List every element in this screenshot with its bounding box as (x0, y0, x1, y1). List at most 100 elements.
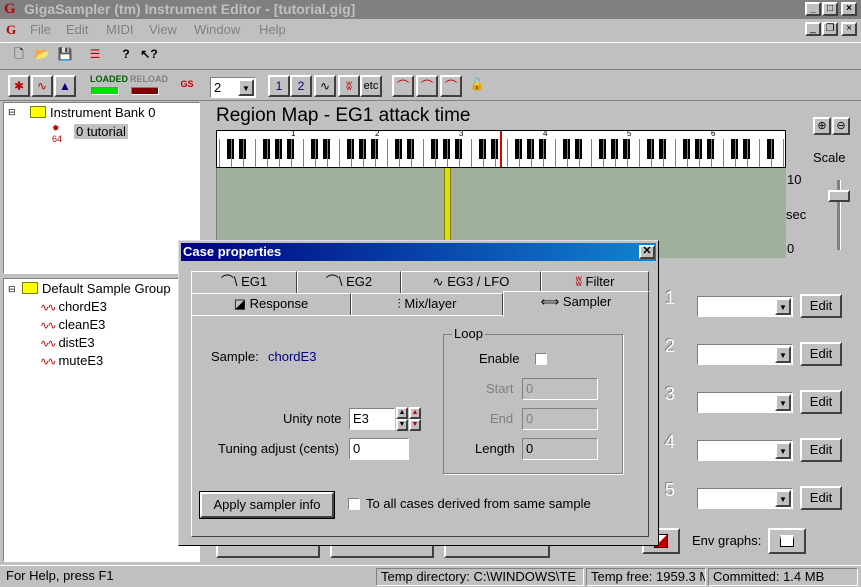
lock-icon[interactable]: 🔓 (466, 75, 488, 97)
menu-help[interactable]: Help (259, 22, 286, 37)
list-icon[interactable]: ☰ (84, 45, 106, 67)
sample-item[interactable]: ∿∿ cleanE3 (40, 317, 105, 332)
about-icon[interactable]: ? (115, 45, 137, 67)
gs-button[interactable]: GS (176, 75, 198, 97)
open-folder-icon[interactable]: 📂 (31, 45, 53, 67)
loop-end-field[interactable]: 0 (522, 408, 598, 430)
loop-enable-label: Enable (479, 351, 520, 366)
case-edit-button[interactable]: Edit (800, 342, 842, 366)
sample-item[interactable]: ∿∿ muteE3 (40, 353, 103, 368)
menu-midi[interactable]: MIDI (106, 22, 133, 37)
minimize-icon[interactable]: _ (805, 2, 821, 16)
mdi-minimize-icon[interactable]: _ (805, 22, 821, 36)
spin-up-red-icon[interactable]: ▲ (409, 407, 421, 419)
context-help-icon[interactable]: ↖? (138, 45, 160, 67)
white-key-divider (471, 139, 472, 167)
collapse-icon[interactable]: ⊟ (8, 284, 16, 295)
curve-3-icon[interactable]: ⌒ (440, 75, 462, 97)
case-select[interactable]: ▼ (697, 440, 793, 461)
status-temp-free: Temp free: 1959.3 M (586, 568, 706, 586)
sample-item[interactable]: ∿∿ chordE3 (40, 299, 107, 314)
chevron-down-icon[interactable]: ▼ (775, 490, 791, 507)
case-edit-button[interactable]: Edit (800, 390, 842, 414)
chevron-down-icon[interactable]: ▼ (775, 298, 791, 315)
chevron-down-icon[interactable]: ▼ (775, 442, 791, 459)
white-key-divider (687, 139, 688, 167)
to-all-checkbox[interactable] (348, 498, 360, 510)
loop-length-field[interactable]: 0 (522, 438, 598, 460)
case-select[interactable]: ▼ (697, 344, 793, 365)
curve-2-icon[interactable]: ⌒ (416, 75, 438, 97)
tab-eg1[interactable]: ⌒\ EG1 (191, 271, 297, 293)
tree-sample-group[interactable]: Default Sample Group (22, 281, 171, 296)
new-sample-icon[interactable]: ∿ (31, 75, 53, 97)
doc-icon[interactable]: G (6, 22, 16, 38)
to-all-label: To all cases derived from same sample (366, 496, 591, 511)
tree-instrument[interactable]: 0 tutorial (74, 124, 128, 139)
metronome-icon[interactable]: ▲ (54, 75, 76, 97)
mdi-close-icon[interactable]: × (841, 22, 857, 36)
lfo-graph-icon[interactable]: ∿ (314, 75, 336, 97)
menu-edit[interactable]: Edit (66, 22, 88, 37)
octave-label: 5 (627, 129, 632, 138)
new-file-icon[interactable]: 🗋 (8, 45, 30, 67)
spin-down-red-icon[interactable]: ▼ (409, 419, 421, 431)
case-edit-button[interactable]: Edit (800, 438, 842, 462)
apply-sampler-info-button[interactable]: Apply sampler info (200, 492, 334, 518)
scale-slider[interactable] (828, 190, 850, 202)
case-edit-button[interactable]: Edit (800, 294, 842, 318)
case-select[interactable]: ▼ (697, 488, 793, 509)
tab-sampler[interactable]: ⟺ Sampler (503, 291, 649, 317)
save-icon[interactable]: 💾 (54, 45, 76, 67)
menu-file[interactable]: File (30, 22, 51, 37)
zoom-out-icon[interactable]: ⊖ (832, 117, 850, 135)
tab-eg2[interactable]: ⌒\ EG2 (297, 271, 401, 293)
reload-label: RELOAD (130, 74, 168, 84)
reload-button[interactable] (131, 87, 159, 95)
eg2-graph-icon[interactable]: 2 (290, 75, 312, 97)
white-key-divider (423, 139, 424, 167)
piano-keyboard[interactable]: 1 2 3 4 5 6 (216, 129, 786, 168)
white-key-divider (783, 139, 784, 167)
zoom-in-icon[interactable]: ⊕ (813, 117, 831, 135)
case-edit-button[interactable]: Edit (800, 486, 842, 510)
loop-enable-checkbox[interactable] (535, 353, 547, 365)
loop-group-label: Loop (452, 326, 485, 341)
chevron-down-icon[interactable]: ▼ (775, 346, 791, 363)
mdi-restore-icon[interactable]: ❐ (822, 22, 838, 36)
white-key-divider (219, 139, 220, 167)
sample-label: Sample: (211, 349, 259, 364)
tree-bank[interactable]: Instrument Bank 0 (30, 105, 156, 120)
tab-eg3-lfo[interactable]: ∿ EG3 / LFO (401, 271, 541, 293)
loaded-label: LOADED (90, 74, 128, 84)
collapse-icon[interactable]: ⊟ (8, 107, 16, 118)
tab-filter[interactable]: ʬ Filter (541, 271, 649, 293)
curve-1-icon[interactable]: ⌒ (392, 75, 414, 97)
y-unit-label: sec (786, 207, 807, 222)
case-select[interactable]: ▼ (697, 296, 793, 317)
spin-up-icon[interactable]: ▲ (396, 407, 408, 419)
spin-down-icon[interactable]: ▼ (396, 419, 408, 431)
env-graphs-button[interactable] (768, 528, 806, 554)
close-icon[interactable]: × (841, 2, 857, 16)
new-instrument-icon[interactable]: ✱ (8, 75, 30, 97)
etc-button[interactable]: etc (360, 75, 382, 97)
chevron-down-icon[interactable]: ▼ (775, 394, 791, 411)
env-graphs-label: Env graphs: (692, 533, 762, 548)
menu-view[interactable]: View (149, 22, 177, 37)
tuning-field[interactable]: 0 (349, 438, 409, 460)
sample-label: distE3 (58, 335, 95, 350)
chevron-down-icon[interactable]: ▼ (238, 79, 254, 96)
filter-graph-icon[interactable]: ʬ (338, 75, 360, 97)
tab-response[interactable]: ◪ Response (191, 293, 351, 315)
case-select[interactable]: ▼ (697, 392, 793, 413)
menu-window[interactable]: Window (194, 22, 240, 37)
maximize-icon[interactable]: □ (822, 2, 838, 16)
midi-channel-select[interactable]: 2 ▼ (210, 77, 256, 98)
eg1-graph-icon[interactable]: 1 (268, 75, 290, 97)
loop-start-field[interactable]: 0 (522, 378, 598, 400)
sample-item[interactable]: ∿∿ distE3 (40, 335, 95, 350)
close-icon[interactable]: ✕ (639, 245, 655, 259)
unity-note-field[interactable]: E3 (349, 408, 395, 430)
tab-mix-layer[interactable]: ⫶ Mix/layer (351, 293, 503, 315)
